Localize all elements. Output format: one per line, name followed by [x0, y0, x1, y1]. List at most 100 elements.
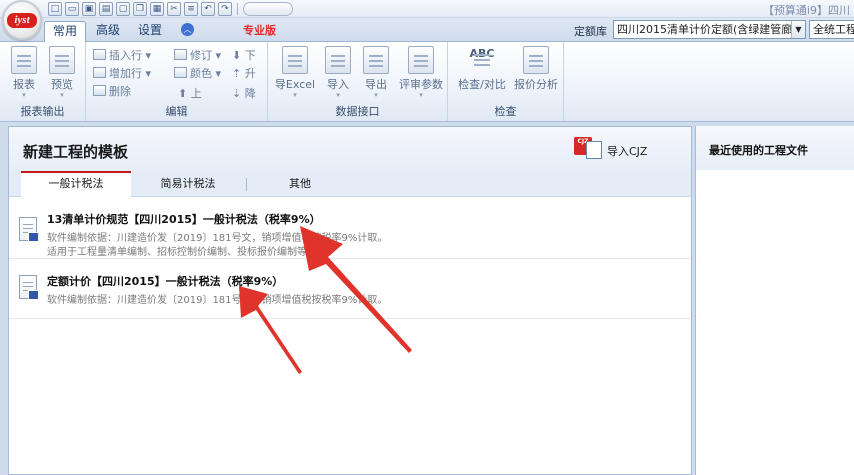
- revise-button[interactable]: 修订 ▾: [174, 48, 221, 64]
- undo-icon[interactable]: ↶: [201, 2, 215, 16]
- report-icon: [11, 46, 37, 74]
- check-compare-button[interactable]: ABC 检查/对比: [456, 46, 508, 92]
- move-up-button[interactable]: ⬆ 上: [178, 86, 202, 102]
- delete-icon: [93, 85, 106, 96]
- revise-icon: [174, 49, 187, 60]
- template-item[interactable]: 13清单计价规范【四川2015】一般计税法（税率9%） 软件编制依据：川建造价发…: [9, 197, 691, 259]
- check-compare-label: 检查/对比: [458, 78, 506, 91]
- insert-row-button[interactable]: 插入行 ▾: [93, 48, 151, 64]
- save-icon[interactable]: ▣: [82, 2, 96, 16]
- ascend-label: 升: [244, 67, 256, 80]
- add-row-label: 增加行: [109, 67, 142, 80]
- export-icon: [363, 46, 389, 74]
- template-item-title[interactable]: 定额计价【四川2015】一般计税法（税率9%）: [47, 273, 283, 289]
- quota-library-value: 四川2015清单计价定额(含绿建管廊): [617, 23, 797, 36]
- export-button[interactable]: 导出 ▾: [356, 46, 396, 99]
- quick-access-dropdown[interactable]: [243, 2, 293, 16]
- paste-icon[interactable]: ▦: [150, 2, 164, 16]
- report-output-group: 报表 ▾ 预览 ▾ 报表输出: [0, 42, 86, 121]
- quota-library-select-2[interactable]: 全统工程: [809, 20, 854, 39]
- import-excel-button[interactable]: 导Excel ▾: [272, 46, 318, 99]
- sort-descend-icon: ⇣: [232, 87, 245, 100]
- tab-advanced[interactable]: 高级: [88, 21, 128, 42]
- quota-library-value-2: 全统工程: [813, 23, 854, 36]
- add-row-icon: [93, 67, 106, 78]
- recent-files-header: 最近使用的工程文件: [696, 126, 854, 170]
- review-params-button[interactable]: 评审参数 ▾: [396, 46, 446, 99]
- chevron-down-icon[interactable]: ▼: [791, 21, 805, 38]
- edit-group-label: 编辑: [165, 105, 188, 118]
- import-icon: [325, 46, 351, 74]
- move-down-button[interactable]: ⬇ 下: [232, 48, 256, 64]
- color-label: 颜色: [190, 67, 212, 80]
- data-interface-group: 导Excel ▾ 导入 ▾ 导出 ▾ 评审参数 ▾ 数据接口: [268, 42, 448, 121]
- tax-method-tabs: 一般计税法 简易计税法 其他: [9, 171, 691, 197]
- template-panel-header: 新建工程的模板 CJZ 导入CJZ: [9, 127, 691, 171]
- recent-files-title: 最近使用的工程文件: [709, 144, 808, 157]
- redo-icon[interactable]: ↷: [218, 2, 232, 16]
- save-as-icon[interactable]: ▤: [99, 2, 113, 16]
- template-item[interactable]: 定额计价【四川2015】一般计税法（税率9%） 软件编制依据：川建造价发〔201…: [9, 259, 691, 319]
- app-logo[interactable]: iyst: [2, 0, 42, 40]
- review-params-icon: [408, 46, 434, 74]
- report-button-label: 报表: [13, 78, 35, 91]
- tab-simple-tax[interactable]: 简易计税法: [133, 171, 243, 197]
- preview-dropdown-icon: ▾: [60, 91, 64, 99]
- report-output-group-label: 报表输出: [20, 105, 65, 118]
- delete-row-icon[interactable]: ≡: [184, 2, 198, 16]
- delete-button[interactable]: 删除: [93, 84, 131, 100]
- document-icon: [19, 217, 39, 242]
- edit-group: 插入行 ▾ 增加行 ▾ 删除 修订 ▾ 颜色 ▾ ⬆ 上 ⬇ 下 ⇡ 升 ⇣ 降…: [86, 42, 268, 121]
- check-group-label: 检查: [494, 105, 517, 118]
- template-item-desc: 软件编制依据：川建造价发〔2019〕181号文，销项增值税按税率9%计取。: [47, 295, 388, 306]
- abc-icon-text: ABC: [469, 47, 495, 60]
- insert-row-label: 插入行: [109, 49, 142, 62]
- preview-button[interactable]: 预览 ▾: [42, 46, 82, 99]
- tab-common[interactable]: 常用: [44, 21, 87, 42]
- copy-icon[interactable]: ❐: [133, 2, 147, 16]
- quota-library-label: 定额库: [574, 25, 607, 38]
- template-item-desc-2: 适用于工程量清单编制、招标控制价编制、投标报价编制等: [47, 247, 307, 258]
- template-panel-title: 新建工程的模板: [23, 143, 129, 161]
- descend-label: 降: [244, 87, 256, 100]
- descend-button[interactable]: ⇣ 降: [232, 86, 256, 102]
- import-cjz-label: 导入CJZ: [607, 145, 648, 158]
- ribbon-collapse-icon[interactable]: ︿: [181, 23, 194, 36]
- import-button[interactable]: 导入 ▾: [318, 46, 358, 99]
- tab-settings[interactable]: 设置: [130, 21, 170, 42]
- quota-library-select[interactable]: 四川2015清单计价定额(含绿建管廊) ▼: [613, 20, 806, 39]
- color-button[interactable]: 颜色 ▾: [174, 66, 221, 82]
- template-item-title[interactable]: 13清单计价规范【四川2015】一般计税法（税率9%）: [47, 211, 321, 227]
- title-bar: □ ▭ ▣ ▤ ▢ ❐ ▦ ✂ ≡ ↶ ↷ 【预算通i9】四川: [0, 0, 854, 18]
- arrow-up-icon: ⬆: [178, 87, 191, 100]
- check-group: ABC 检查/对比 报价分析 检查: [448, 42, 564, 121]
- new-file-icon[interactable]: □: [48, 2, 62, 16]
- add-row-button[interactable]: 增加行 ▾: [93, 66, 151, 82]
- price-analysis-icon: [523, 46, 549, 74]
- tab-other[interactable]: 其他: [245, 171, 355, 197]
- tab-general-tax[interactable]: 一般计税法: [21, 171, 131, 197]
- move-up-label: 上: [190, 87, 202, 100]
- quick-access-toolbar: □ ▭ ▣ ▤ ▢ ❐ ▦ ✂ ≡ ↶ ↷: [48, 1, 293, 17]
- price-analysis-button[interactable]: 报价分析: [510, 46, 562, 92]
- import-excel-label: 导Excel: [274, 78, 316, 91]
- arrow-down-icon: ⬇: [232, 49, 245, 62]
- preview-icon: [49, 46, 75, 74]
- main-area: 新建工程的模板 CJZ 导入CJZ 一般计税法 简易计税法 其他 13清单计价规…: [0, 122, 854, 475]
- ascend-button[interactable]: ⇡ 升: [232, 66, 256, 82]
- template-panel: 新建工程的模板 CJZ 导入CJZ 一般计税法 简易计税法 其他 13清单计价规…: [8, 126, 692, 475]
- insert-row-icon: [93, 49, 106, 60]
- review-params-label: 评审参数: [399, 78, 443, 91]
- pro-edition-label: 专业版: [243, 24, 276, 37]
- import-excel-dropdown-icon: ▾: [293, 91, 297, 99]
- import-label: 导入: [327, 78, 349, 91]
- cut-icon[interactable]: ✂: [167, 2, 181, 16]
- open-folder-icon[interactable]: ▭: [65, 2, 79, 16]
- report-button[interactable]: 报表 ▾: [4, 46, 44, 99]
- app-title: 【预算通i9】四川: [762, 4, 850, 17]
- print-preview-icon[interactable]: ▢: [116, 2, 130, 16]
- template-item-desc: 软件编制依据：川建造价发〔2019〕181号文，销项增值税按税率9%计取。: [47, 233, 388, 244]
- excel-icon: [282, 46, 308, 74]
- revise-label: 修订: [190, 49, 212, 62]
- export-label: 导出: [365, 78, 387, 91]
